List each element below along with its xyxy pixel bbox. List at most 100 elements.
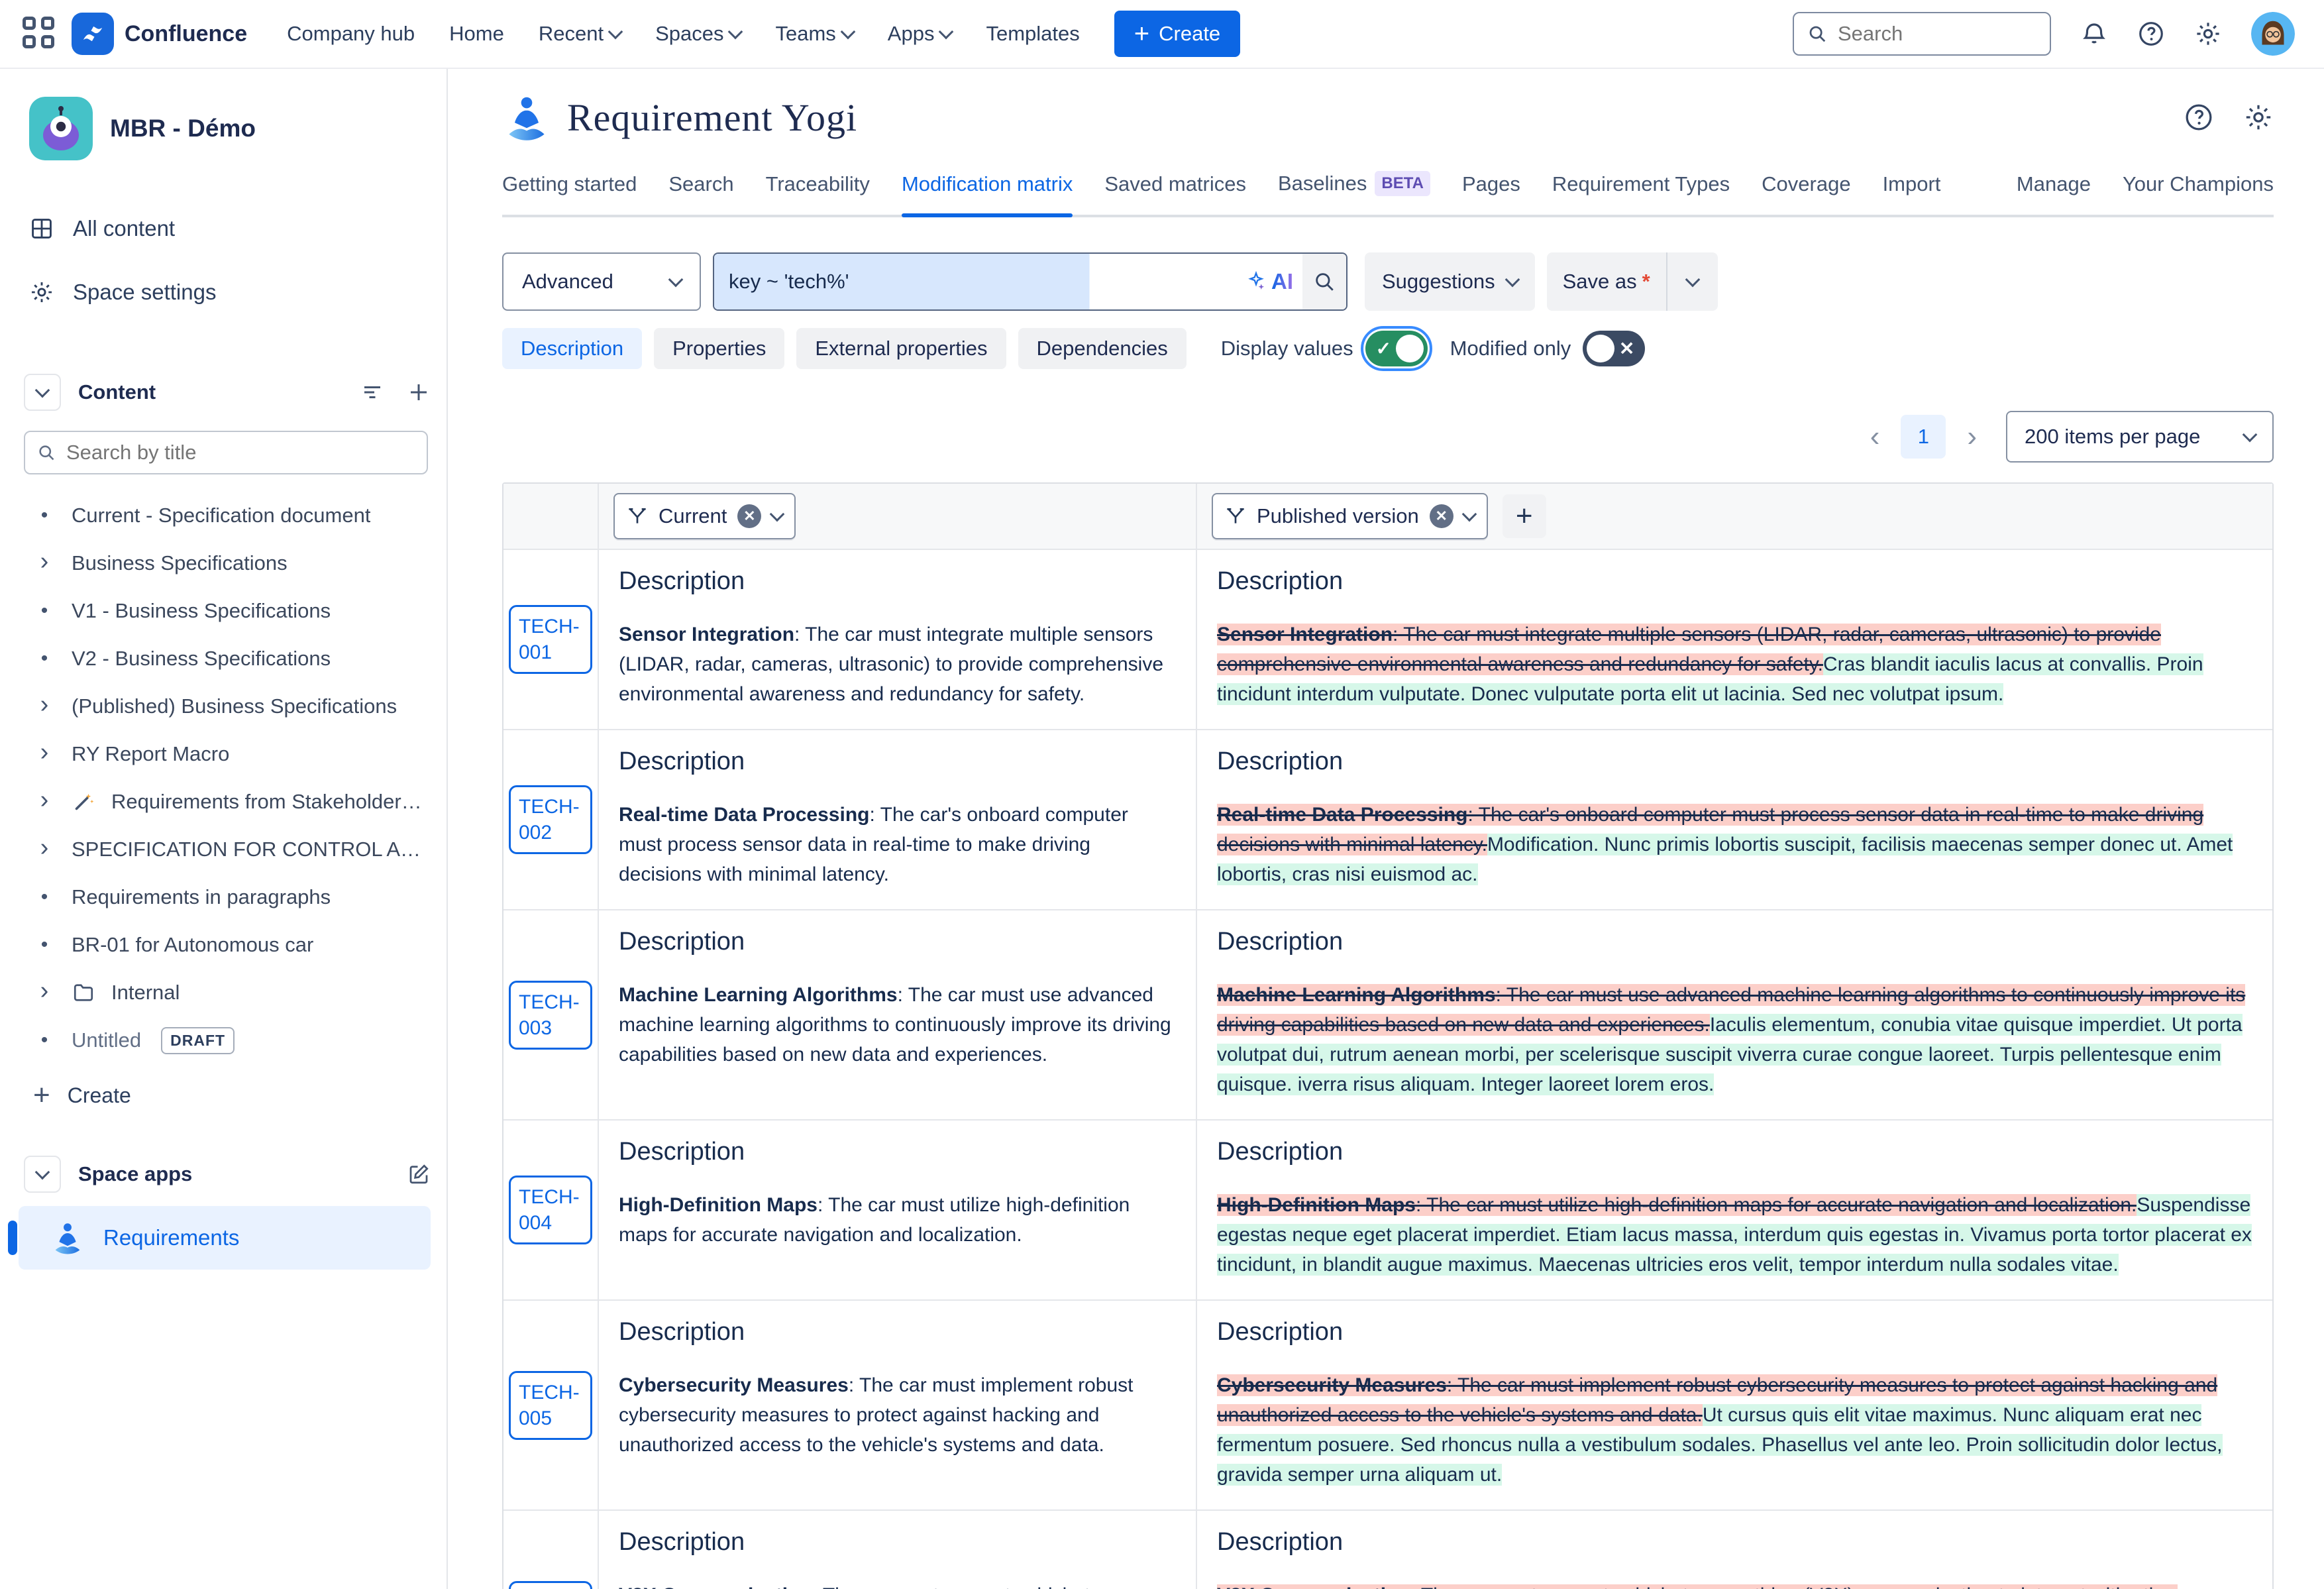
current-cell: Description Real-time Data Processing: T… — [598, 729, 1196, 909]
modification-matrix-table: Current ✕ Published version ✕ + TECH-001 — [502, 482, 2274, 1589]
pill-properties[interactable]: Properties — [654, 328, 784, 369]
ai-assist-button[interactable]: AI — [1236, 254, 1302, 309]
search-by-title-input[interactable] — [66, 441, 415, 465]
nav-home[interactable]: Home — [449, 22, 504, 46]
requirement-key[interactable]: TECH-006 — [509, 1581, 592, 1589]
tree-item[interactable]: ›(Published) Business Specifications — [19, 683, 431, 730]
tree-item[interactable]: •V1 - Business Specifications — [19, 587, 431, 635]
content-section-header: Content — [19, 374, 431, 411]
create-button[interactable]: + Create — [1114, 11, 1240, 57]
tab-coverage[interactable]: Coverage — [1762, 172, 1850, 215]
query-input[interactable]: key ~ 'tech%' AI — [713, 252, 1347, 311]
space-apps-section-header: Space apps — [19, 1156, 431, 1193]
tree-item[interactable]: •V2 - Business Specifications — [19, 635, 431, 683]
display-values-toggle[interactable]: ✓ — [1365, 331, 1428, 366]
tree-item[interactable]: ›SPECIFICATION FOR CONTROL AND... — [19, 826, 431, 873]
remove-column-icon[interactable]: ✕ — [1430, 504, 1453, 528]
branch-icon — [627, 506, 648, 527]
tree-item[interactable]: •UntitledDRAFT — [19, 1016, 431, 1064]
space-sidebar: MBR - Démo All content Space settings Co… — [0, 69, 448, 1589]
run-search-button[interactable] — [1302, 254, 1346, 309]
requirement-key[interactable]: TECH-002 — [509, 785, 592, 854]
tree-item[interactable]: •Requirements in paragraphs — [19, 873, 431, 921]
search-by-title-box[interactable] — [24, 431, 428, 474]
nav-company-hub[interactable]: Company hub — [287, 22, 415, 46]
tab-requirement-types[interactable]: Requirement Types — [1552, 172, 1730, 215]
requirement-key[interactable]: TECH-004 — [509, 1176, 592, 1244]
chevron-down-icon — [728, 25, 743, 40]
page-size-select[interactable]: 200 items per page — [2006, 411, 2274, 463]
modified-only-toggle[interactable]: ✕ — [1583, 331, 1645, 366]
remove-column-icon[interactable]: ✕ — [737, 504, 761, 528]
filter-lines-icon[interactable] — [360, 380, 384, 404]
pill-dependencies[interactable]: Dependencies — [1018, 328, 1187, 369]
current-cell: Description V2X Communication: The car m… — [598, 1509, 1196, 1589]
content-tree: •Current - Specification document ›Busin… — [19, 492, 431, 1064]
help-icon[interactable] — [2184, 102, 2214, 133]
published-version-chip[interactable]: Published version ✕ — [1212, 493, 1488, 539]
settings-gear-icon[interactable] — [2194, 20, 2222, 48]
tab-getting-started[interactable]: Getting started — [502, 172, 637, 215]
app-switcher-icon[interactable] — [23, 17, 57, 51]
tab-traceability[interactable]: Traceability — [766, 172, 870, 215]
nav-apps[interactable]: Apps — [888, 22, 952, 46]
search-mode-select[interactable]: Advanced — [502, 252, 701, 311]
global-search-box[interactable] — [1793, 12, 2051, 56]
current-version-chip[interactable]: Current ✕ — [613, 493, 796, 539]
user-avatar[interactable] — [2251, 12, 2295, 56]
collapse-content-button[interactable] — [24, 374, 61, 411]
tree-item[interactable]: › Requirements from Stakeholders (... — [19, 778, 431, 826]
collapse-space-apps-button[interactable] — [24, 1156, 61, 1193]
chevron-right-icon: › — [33, 978, 56, 1003]
tree-item[interactable]: ›RY Report Macro — [19, 730, 431, 778]
nav-spaces[interactable]: Spaces — [655, 22, 741, 46]
settings-gear-icon[interactable] — [2243, 102, 2274, 133]
page-number[interactable]: 1 — [1901, 415, 1946, 459]
sidebar-create-button[interactable]: + Create — [19, 1079, 431, 1112]
sidebar-item-space-settings[interactable]: Space settings — [19, 266, 431, 318]
top-navigation: Company hub Home Recent Spaces Teams App… — [287, 22, 1080, 46]
chevron-down-icon — [1685, 272, 1700, 288]
space-avatar[interactable] — [29, 97, 93, 160]
tree-item[interactable]: ›Business Specifications — [19, 539, 431, 587]
current-cell: Description High-Definition Maps: The ca… — [598, 1119, 1196, 1299]
add-column-button[interactable]: + — [1503, 494, 1546, 538]
next-page-button[interactable]: › — [1963, 422, 1981, 451]
prev-page-button[interactable]: ‹ — [1866, 422, 1884, 451]
nav-recent[interactable]: Recent — [539, 22, 621, 46]
tab-modification-matrix[interactable]: Modification matrix — [902, 172, 1073, 215]
tab-manage[interactable]: Manage — [2017, 172, 2091, 215]
global-search-input[interactable] — [1838, 22, 2036, 46]
tree-item[interactable]: › Internal — [19, 969, 431, 1016]
nav-teams[interactable]: Teams — [775, 22, 853, 46]
confluence-brand[interactable]: Confluence — [72, 13, 247, 55]
tree-item[interactable]: •BR-01 for Autonomous car — [19, 921, 431, 969]
pill-description[interactable]: Description — [502, 328, 642, 369]
notifications-bell-icon[interactable] — [2080, 20, 2108, 48]
pill-external-properties[interactable]: External properties — [796, 328, 1006, 369]
add-content-icon[interactable] — [407, 380, 431, 404]
tree-item[interactable]: •Current - Specification document — [19, 492, 431, 539]
tab-pages[interactable]: Pages — [1462, 172, 1520, 215]
tab-baselines[interactable]: BaselinesBETA — [1278, 171, 1430, 215]
nav-templates[interactable]: Templates — [986, 22, 1079, 46]
tab-search[interactable]: Search — [668, 172, 733, 215]
search-icon — [1807, 24, 1827, 44]
help-icon[interactable] — [2137, 20, 2165, 48]
save-as-button[interactable]: Save as* — [1547, 252, 1666, 311]
tab-your-champions[interactable]: Your Champions — [2123, 172, 2274, 215]
edit-icon[interactable] — [407, 1162, 431, 1186]
requirement-yogi-icon — [49, 1219, 86, 1256]
save-as-menu-button[interactable] — [1666, 252, 1718, 311]
suggestions-button[interactable]: Suggestions — [1365, 252, 1535, 311]
page-title: Requirement Yogi — [567, 95, 857, 140]
requirement-key[interactable]: TECH-003 — [509, 981, 592, 1050]
requirement-key[interactable]: TECH-005 — [509, 1371, 592, 1440]
sidebar-item-requirements[interactable]: Requirements — [19, 1206, 431, 1270]
requirement-key[interactable]: TECH-001 — [509, 605, 592, 674]
x-icon: ✕ — [1619, 338, 1634, 360]
tab-import[interactable]: Import — [1883, 172, 1941, 215]
sidebar-item-all-content[interactable]: All content — [19, 203, 431, 254]
tab-saved-matrices[interactable]: Saved matrices — [1104, 172, 1246, 215]
plus-icon: + — [33, 1079, 50, 1112]
